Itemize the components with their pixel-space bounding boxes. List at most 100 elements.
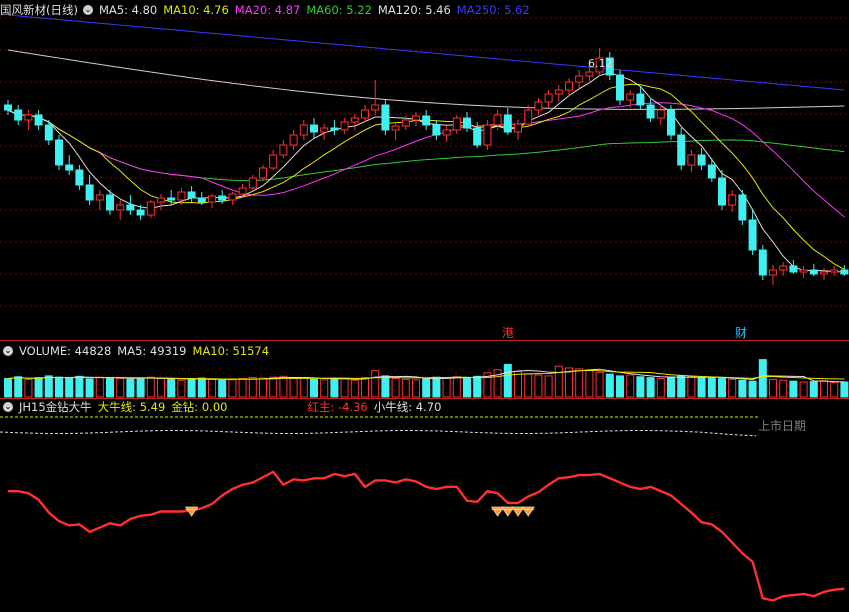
candle-body — [779, 265, 788, 271]
volume-bar — [442, 377, 451, 398]
volume-bar — [656, 378, 665, 398]
big-bull-line-label: 大牛线: 5.49 — [97, 400, 166, 414]
candle-body — [146, 201, 155, 216]
volume-bar — [524, 373, 533, 398]
candle-body — [340, 121, 349, 131]
volume-bar — [422, 377, 431, 398]
candle-body — [238, 187, 247, 195]
candle-body — [493, 114, 502, 126]
volume-bar — [697, 377, 706, 398]
candle-body — [769, 269, 777, 276]
volume-bar — [738, 379, 747, 398]
candle-body — [85, 184, 94, 201]
candle-body — [136, 209, 145, 216]
volume-bar — [677, 375, 686, 398]
candle-body — [289, 134, 298, 146]
candle-body — [677, 134, 686, 166]
volume-bar — [605, 373, 614, 398]
volume-bar — [218, 379, 227, 398]
stock-title: 国风新材(日线) — [0, 3, 78, 17]
price-chart[interactable] — [0, 0, 849, 340]
volume-bar — [381, 375, 390, 398]
candle-body — [830, 269, 839, 273]
volume-bar — [167, 378, 176, 398]
settings-circle-icon[interactable]: ⌄ — [3, 346, 13, 356]
candle-body — [218, 195, 227, 201]
candle-body — [65, 164, 74, 171]
volume-bar — [840, 381, 849, 398]
volume-bar — [371, 370, 380, 398]
volume-bar — [636, 376, 645, 398]
candle-body — [34, 114, 43, 126]
candle-body — [524, 109, 533, 125]
candle-body — [106, 194, 114, 211]
candle-body — [299, 124, 308, 136]
ma20-label: MA20: 4.87 — [234, 3, 301, 17]
settings-circle-icon[interactable]: ⌄ — [3, 402, 13, 412]
candle-body — [758, 249, 767, 276]
volume-bar — [197, 377, 206, 398]
volume-panel[interactable]: ⌄ VOLUME: 44828 MA5: 49319 MA10: 51574 — [0, 341, 849, 398]
volume-bar — [503, 363, 512, 398]
volume-bar — [14, 376, 23, 398]
indicator-chart[interactable] — [0, 399, 849, 612]
red-main-label: 红主: -4.36 — [307, 400, 368, 414]
volume-bar — [238, 378, 247, 398]
candle-body — [646, 104, 655, 119]
candle-body — [24, 114, 33, 121]
volume-bar — [248, 377, 257, 398]
candle-body — [626, 93, 635, 101]
volume-bar — [208, 378, 216, 398]
gold-diamond-label: 金钻: 0.00 — [171, 400, 228, 414]
gold-diamond-icon — [490, 506, 505, 517]
volume-bar — [585, 370, 594, 398]
candle-body — [228, 193, 237, 201]
volume-bar — [463, 378, 471, 398]
volume-bar — [595, 371, 604, 398]
volume-bar — [809, 381, 818, 398]
volume-bar — [340, 378, 349, 398]
small-bull-line — [0, 430, 757, 437]
settings-circle-icon[interactable]: ⌄ — [82, 5, 93, 15]
volume-bar — [126, 378, 135, 398]
candle-body — [687, 154, 696, 166]
event-marker-finance[interactable]: 财 — [735, 324, 747, 341]
volume-bar — [616, 375, 624, 398]
candle-body — [575, 75, 584, 83]
event-marker-hk[interactable]: 港 — [502, 324, 514, 341]
volume-bar — [44, 375, 53, 398]
volume-bar — [789, 380, 798, 398]
ma120-label: MA120: 5.46 — [377, 3, 451, 17]
volume-bar — [24, 378, 33, 398]
volume-bar — [310, 378, 318, 398]
volume-bar — [95, 376, 104, 398]
candle-body — [463, 117, 471, 129]
volume-bar — [177, 379, 186, 398]
volume-label: VOLUME: 44828 — [19, 344, 112, 358]
candle-body — [55, 139, 63, 166]
ma10-label: MA10: 4.76 — [163, 3, 229, 17]
candle-body — [14, 109, 23, 121]
candle-body — [789, 265, 798, 273]
volume-bar — [330, 377, 339, 398]
candle-body — [391, 125, 400, 131]
volume-legend: ⌄ VOLUME: 44828 MA5: 49319 MA10: 51574 — [0, 343, 275, 359]
price-panel[interactable]: 国风新材(日线) ⌄ MA5: 4.80 MA10: 4.76 MA20: 4.… — [0, 0, 849, 340]
candle-body — [799, 269, 808, 273]
candle-body — [259, 167, 267, 179]
candle-body — [330, 127, 339, 131]
ma5-label: MA5: 4.80 — [98, 3, 158, 17]
candle-body — [279, 144, 288, 156]
candle-body — [320, 127, 329, 133]
candle-body — [809, 269, 818, 275]
volume-bar — [320, 379, 329, 398]
candle-body — [116, 204, 125, 211]
volume-bar — [707, 377, 716, 398]
candle-body — [401, 119, 410, 127]
candle-body — [840, 269, 849, 275]
volume-bar — [401, 378, 410, 398]
volume-bar — [830, 381, 839, 398]
indicator-panel[interactable]: ⌄ JH15金钻大牛 大牛线: 5.49 金钻: 0.00 红主: -4.36 … — [0, 399, 849, 612]
volume-bar — [534, 374, 543, 398]
volume-bar — [34, 377, 43, 398]
